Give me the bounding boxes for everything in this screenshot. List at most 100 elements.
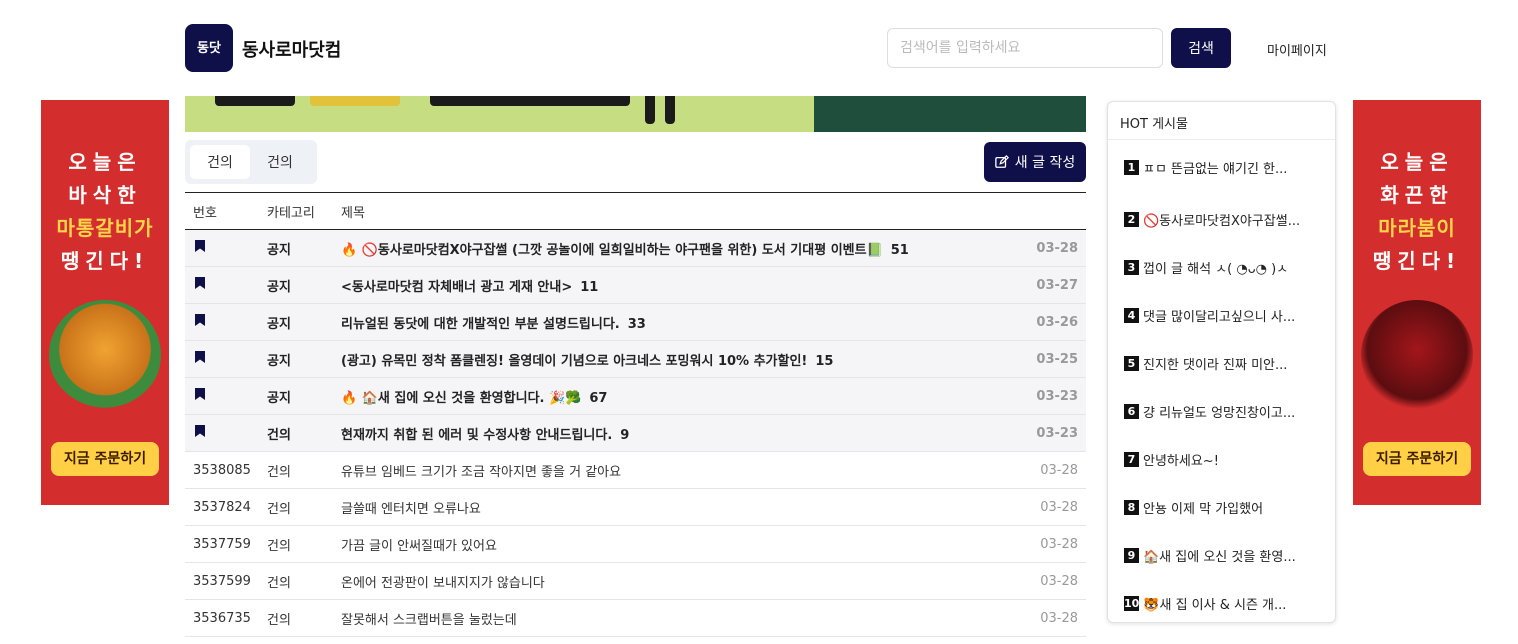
hot-posts-title: HOT 게시물 <box>1108 102 1335 140</box>
notice-row[interactable]: 공지 (광고) 유목민 정착 폼클렌징! 올영데이 기념으로 아크네스 포밍워시 … <box>185 341 1086 378</box>
comment-count: 11 <box>580 279 599 295</box>
hot-posts-panel: HOT 게시물 1 ㅍㅁ 뜬금없는 얘기긴 한... 2 🚫동사로마닷컴X야구잡썰..… <box>1107 101 1336 623</box>
notice-row[interactable]: 공지 리뉴얼된 동닷에 대한 개발적인 부분 설명드립니다. 33 03-26 <box>185 304 1086 341</box>
post-title[interactable]: 가끔 글이 안써질때가 있어요 <box>341 539 497 554</box>
post-title[interactable]: 현재까지 취합 된 에러 및 수정사항 안내드립니다. <box>341 428 612 443</box>
board-tabs: 건의 건의 <box>185 140 317 184</box>
hot-post-title[interactable]: 🐯새 집 이사 & 시즌 개... <box>1143 594 1286 613</box>
hot-post-item[interactable]: 3 껍이 글 해석 ㅅ( ◔ᴗ◔ )ㅅ <box>1108 243 1335 291</box>
bookmark-icon <box>195 388 205 400</box>
hot-post-item[interactable]: 4 댓글 많이달리고싶으니 사... <box>1108 291 1335 339</box>
post-title-cell[interactable]: 🔥 🚫동사로마닷컴X야구잡썰 (그깟 공놀이에 일희일비하는 야구팬을 위한) … <box>341 239 1036 258</box>
write-post-button[interactable]: 새 글 작성 <box>984 142 1086 182</box>
order-now-button[interactable]: 지금 주문하기 <box>51 442 159 476</box>
hot-post-item[interactable]: 8 안뇽 이제 막 가입했어 <box>1108 483 1335 531</box>
tab-suggestion[interactable]: 건의 <box>250 145 310 179</box>
order-now-button[interactable]: 지금 주문하기 <box>1363 442 1471 476</box>
table-row[interactable]: 3538085 건의 유튜브 임베드 크기가 조금 작아지면 좋을 거 같아요 03-… <box>185 452 1086 489</box>
comment-count: 67 <box>589 390 608 406</box>
post-title[interactable]: 리뉴얼된 동닷에 대한 개발적인 부분 설명드립니다. <box>341 317 620 332</box>
post-date: 03-26 <box>1036 314 1078 330</box>
post-title[interactable]: 온에어 전광판이 보내지지가 않습니다 <box>341 576 545 591</box>
bookmark-icon <box>185 240 259 256</box>
notice-row[interactable]: 공지 🔥 🚫동사로마닷컴X야구잡썰 (그깟 공놀이에 일희일비하는 야구팬을 위한… <box>185 230 1086 267</box>
hot-post-title[interactable]: 걍 리뉴얼도 엉망진창이고... <box>1143 402 1295 421</box>
hot-post-title[interactable]: 🏠새 집에 오신 것을 환영... <box>1143 546 1296 565</box>
post-number: 3538085 <box>193 462 251 478</box>
tab-suggestion-active[interactable]: 건의 <box>190 145 250 179</box>
site-logo[interactable]: 동닷 <box>185 24 233 72</box>
write-post-label: 새 글 작성 <box>1014 155 1076 171</box>
post-title-cell[interactable]: (광고) 유목민 정착 폼클렌징! 올영데이 기념으로 아크네스 포밍워시 10… <box>341 350 1036 369</box>
post-title[interactable]: 잘못해서 스크랩버튼을 눌렀는데 <box>341 613 517 628</box>
post-title-cell[interactable]: <동사로마닷컴 자체배너 광고 게재 안내> 11 <box>341 276 1036 295</box>
bookmark-icon <box>195 314 205 326</box>
post-title-cell[interactable]: 온에어 전광판이 보내지지가 않습니다 <box>341 572 1036 591</box>
hot-rank-badge: 7 <box>1124 451 1139 467</box>
post-title[interactable]: 유튜브 임베드 크기가 조금 작아지면 좋을 거 같아요 <box>341 465 621 480</box>
post-title[interactable]: 🔥 🏠새 집에 오신 것을 환영합니다. 🎉🥦 <box>341 391 581 406</box>
bookmark-icon <box>195 425 205 437</box>
hot-post-item[interactable]: 1 ㅍㅁ 뜬금없는 얘기긴 한... <box>1108 140 1335 195</box>
hot-post-title[interactable]: 댓글 많이달리고싶으니 사... <box>1143 306 1295 325</box>
hot-post-item[interactable]: 10 🐯새 집 이사 & 시즌 개... <box>1108 579 1335 627</box>
post-date: 03-28 <box>1040 573 1078 589</box>
post-title[interactable]: (광고) 유목민 정착 폼클렌징! 올영데이 기념으로 아크네스 포밍워시 10… <box>341 354 807 369</box>
fried-chicken-image <box>49 300 161 410</box>
post-title-cell[interactable]: 유튜브 임베드 크기가 조금 작아지면 좋을 거 같아요 <box>341 461 1036 480</box>
hot-post-item[interactable]: 9 🏠새 집에 오신 것을 환영... <box>1108 531 1335 579</box>
table-row[interactable]: 3537759 건의 가끔 글이 안써질때가 있어요 03-28 <box>185 526 1086 563</box>
hot-post-title[interactable]: ㅍㅁ 뜬금없는 얘기긴 한... <box>1143 158 1287 177</box>
right-side-ad[interactable]: 오늘은 화끈한 마라붐이 땡긴다! 지금 주문하기 <box>1353 100 1481 505</box>
hot-post-title[interactable]: 진지한 댓이라 진짜 미안... <box>1143 354 1287 373</box>
notice-row[interactable]: 공지 🔥 🏠새 집에 오신 것을 환영합니다. 🎉🥦 67 03-23 <box>185 378 1086 415</box>
hot-rank-badge: 2 <box>1124 211 1139 227</box>
post-number: 3537599 <box>193 573 251 589</box>
table-row[interactable]: 3537824 건의 글쓸때 엔터치면 오류나요 03-28 <box>185 489 1086 526</box>
hot-post-title[interactable]: 🚫동사로마닷컴X야구잡썰... <box>1143 210 1300 229</box>
comment-count: 9 <box>620 427 630 443</box>
hot-post-title[interactable]: 껍이 글 해석 ㅅ( ◔ᴗ◔ )ㅅ <box>1143 258 1288 277</box>
hot-rank-badge: 4 <box>1124 307 1139 323</box>
notice-row[interactable]: 건의 현재까지 취합 된 에러 및 수정사항 안내드립니다. 9 03-23 <box>185 415 1086 452</box>
mypage-link[interactable]: 마이페이지 <box>1267 40 1327 59</box>
post-title-cell[interactable]: 가끔 글이 안써질때가 있어요 <box>341 535 1036 554</box>
left-side-ad[interactable]: 오늘은 바삭한 마통갈비가 땡긴다! 지금 주문하기 <box>41 100 169 505</box>
post-category: 공지 <box>267 279 291 295</box>
hot-rank-badge: 9 <box>1124 547 1139 563</box>
post-date: 03-25 <box>1036 351 1078 367</box>
notice-row[interactable]: 공지 <동사로마닷컴 자체배너 광고 게재 안내> 11 03-27 <box>185 267 1086 304</box>
hot-post-item[interactable]: 7 안녕하세요~! <box>1108 435 1335 483</box>
search-button[interactable]: 검색 <box>1171 28 1231 68</box>
hot-post-item[interactable]: 6걍 리뉴얼도 엉망진창이고... <box>1108 387 1335 435</box>
table-row[interactable]: 3536735 건의 잘못해서 스크랩버튼을 눌렀는데 03-28 <box>185 600 1086 637</box>
banner-product-area <box>814 96 1086 132</box>
post-title-cell[interactable]: 잘못해서 스크랩버튼을 눌렀는데 <box>341 609 1036 628</box>
search-input[interactable] <box>887 28 1163 68</box>
post-title-cell[interactable]: 글쓸때 엔터치면 오류나요 <box>341 498 1036 517</box>
hot-post-item[interactable]: 2 🚫동사로마닷컴X야구잡썰... <box>1108 195 1335 243</box>
header-title: 제목 <box>341 205 365 221</box>
post-title[interactable]: 글쓸때 엔터치면 오류나요 <box>341 502 481 517</box>
hot-post-item[interactable]: 5 진지한 댓이라 진짜 미안... <box>1108 339 1335 387</box>
header-category: 카테고리 <box>267 205 315 221</box>
post-title-cell[interactable]: 리뉴얼된 동닷에 대한 개발적인 부분 설명드립니다. 33 <box>341 313 1036 332</box>
post-title[interactable]: <동사로마닷컴 자체배너 광고 게재 안내> <box>341 280 572 295</box>
hot-rank-badge: 10 <box>1124 595 1140 611</box>
hot-post-title[interactable]: 안뇽 이제 막 가입했어 <box>1143 498 1263 517</box>
comment-count: 51 <box>890 242 909 258</box>
post-number: 3537824 <box>193 499 251 515</box>
site-header: 동닷 동사로마닷컴 검색 마이페이지 <box>0 0 1518 96</box>
hot-post-title[interactable]: 안녕하세요~! <box>1143 450 1219 469</box>
post-date: 03-27 <box>1036 277 1078 293</box>
hot-rank-badge: 5 <box>1124 355 1139 371</box>
post-title-cell[interactable]: 🔥 🏠새 집에 오신 것을 환영합니다. 🎉🥦 67 <box>341 387 1036 406</box>
table-row[interactable]: 3537599 건의 온에어 전광판이 보내지지가 않습니다 03-28 <box>185 563 1086 600</box>
hot-rank-badge: 8 <box>1124 499 1139 515</box>
post-category: 건의 <box>267 464 291 480</box>
post-title-cell[interactable]: 현재까지 취합 된 에러 및 수정사항 안내드립니다. 9 <box>341 424 1036 443</box>
top-banner-ad[interactable] <box>185 96 1086 132</box>
hot-rank-badge: 1 <box>1124 160 1139 175</box>
site-name[interactable]: 동사로마닷컴 <box>242 36 341 62</box>
post-title[interactable]: 🔥 🚫동사로마닷컴X야구잡썰 (그깟 공놀이에 일희일비하는 야구팬을 위한) … <box>341 243 883 258</box>
